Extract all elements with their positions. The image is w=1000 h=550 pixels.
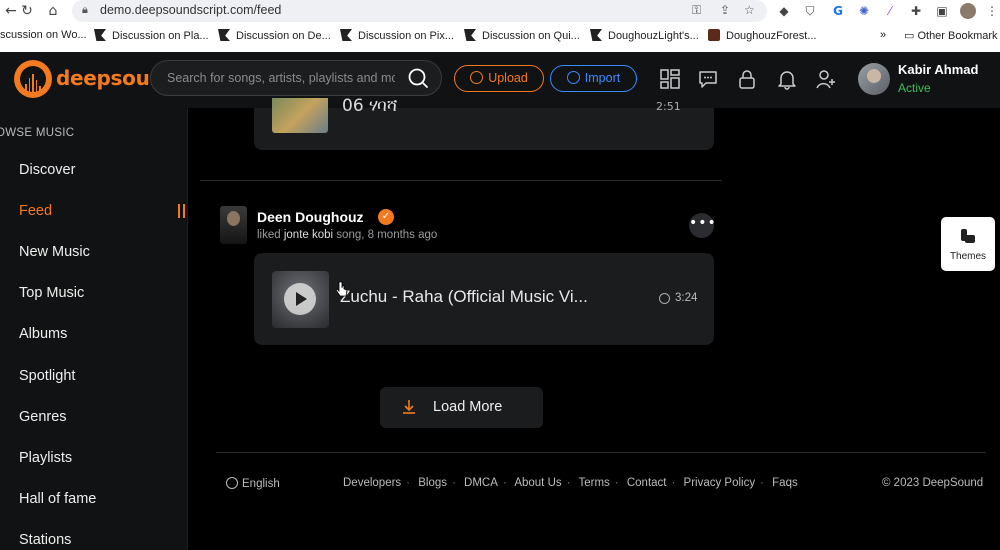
track-thumbnail[interactable] <box>272 98 328 133</box>
play-icon[interactable] <box>284 283 316 315</box>
copyright: © 2023 DeepSound <box>882 477 984 489</box>
chat-icon[interactable] <box>697 68 719 90</box>
import-button[interactable]: Import <box>550 65 637 92</box>
sidebar-item-new-music[interactable]: New Music <box>19 244 90 260</box>
language-selector[interactable]: English <box>226 477 280 490</box>
song-card[interactable]: Zuchu - Raha (Official Music Vi... 3:24 <box>254 253 714 345</box>
bookmark-favicon <box>590 29 602 41</box>
footer-link-blogs[interactable]: Blogs <box>418 477 447 489</box>
footer-link-dmca[interactable]: DMCA <box>464 477 498 489</box>
bookmark-item[interactable]: Discussion on Qui... <box>464 29 580 42</box>
browser-profile-avatar[interactable] <box>960 3 976 19</box>
key-icon[interactable]: ⚿ <box>692 3 701 18</box>
bookmarks-overflow[interactable]: » <box>880 29 886 41</box>
bookmark-item[interactable]: DoughouzLight's... <box>590 29 699 42</box>
add-user-icon[interactable] <box>815 68 837 90</box>
sidebar-item-genres[interactable]: Genres <box>19 409 67 425</box>
bookmark-item[interactable]: scussion on Wo... <box>0 29 87 41</box>
puzzle-icon[interactable]: ✚ <box>908 3 924 19</box>
post-avatar[interactable] <box>220 206 247 244</box>
browser-chrome: ← ↻ ⌂ 🔒︎ demo.deepsoundscript.com/feed ⚿… <box>0 0 1000 52</box>
sidebar-item-discover[interactable]: Discover <box>19 162 75 178</box>
user-status: Active <box>898 81 931 95</box>
footer-links: Developers · Blogs · DMCA · About Us · Terms… <box>343 477 798 489</box>
footer-link-developers[interactable]: Developers <box>343 477 401 489</box>
bookmark-favicon <box>708 29 720 41</box>
bookmark-star-icon[interactable]: ☆ <box>744 3 755 17</box>
themes-button[interactable]: Themes <box>941 217 995 271</box>
home-icon[interactable]: ⌂ <box>44 2 62 20</box>
sidebar-toggle-icon[interactable]: ▣ <box>934 3 950 19</box>
reload-icon[interactable]: ↻ <box>18 2 36 20</box>
browser-menu-icon[interactable]: ⋮ <box>984 3 1000 19</box>
feed-divider <box>200 180 722 181</box>
sidebar-item-playlists[interactable]: Playlists <box>19 450 72 466</box>
footer-link-about-us[interactable]: About Us <box>514 477 561 489</box>
logo-icon[interactable] <box>14 60 52 98</box>
more-options-button[interactable]: ••• <box>689 213 716 238</box>
footer-divider <box>216 452 986 453</box>
gear-extension-icon[interactable]: ✺ <box>856 3 872 19</box>
bookmark-favicon <box>94 29 106 41</box>
bookmark-item[interactable]: DoughouzForest... <box>708 29 817 42</box>
search-input[interactable] <box>167 69 395 87</box>
bookmark-item[interactable]: Discussion on Pix... <box>340 29 454 42</box>
google-extension-icon[interactable]: G <box>830 3 846 19</box>
track-duration: 2:51 <box>656 100 681 113</box>
load-more-button[interactable]: Load More <box>380 387 543 428</box>
upload-icon <box>470 71 484 84</box>
footer-link-faqs[interactable]: Faqs <box>772 477 798 489</box>
share-icon[interactable]: ⇪ <box>720 3 730 17</box>
globe-icon <box>226 477 238 489</box>
extension-icon[interactable]: ◆ <box>776 3 792 19</box>
lock-icon: 🔒︎ <box>82 3 88 16</box>
folder-icon: ▭ <box>904 30 918 42</box>
song-duration: 3:24 <box>675 292 698 304</box>
lock-icon[interactable] <box>736 68 758 90</box>
sidebar: OWSE MUSIC Discover Feed New Music Top M… <box>0 108 188 550</box>
user-name[interactable]: Kabir Ahmad <box>898 62 978 77</box>
bookmark-favicon <box>340 29 352 41</box>
song-title[interactable]: Zuchu - Raha (Official Music Vi... <box>340 287 588 307</box>
clock-icon <box>659 293 670 304</box>
bookmark-item[interactable]: Discussion on De... <box>218 29 331 42</box>
verified-badge-icon: ✓ <box>378 209 394 225</box>
post-meta: liked jonte kobi song, 8 months ago <box>257 229 438 241</box>
other-bookmarks[interactable]: ▭ Other Bookmark <box>904 29 998 42</box>
address-bar[interactable]: 🔒︎ demo.deepsoundscript.com/feed ⚿ ⇪ ☆ <box>72 0 767 22</box>
import-icon <box>566 71 580 84</box>
upload-button[interactable]: Upload <box>454 65 544 92</box>
sidebar-item-hall-of-fame[interactable]: Hall of fame <box>19 491 96 507</box>
sidebar-item-stations[interactable]: Stations <box>19 532 71 548</box>
active-indicator <box>178 204 186 218</box>
pen-extension-icon[interactable]: ⁄ <box>882 3 898 19</box>
post-username[interactable]: Deen Doughouz <box>257 209 364 225</box>
bookmark-favicon <box>218 29 230 41</box>
footer-link-terms[interactable]: Terms <box>578 477 609 489</box>
sidebar-item-spotlight[interactable]: Spotlight <box>19 368 75 384</box>
grid-icon[interactable] <box>659 68 681 90</box>
mouse-cursor-icon <box>335 281 348 297</box>
sidebar-heading: OWSE MUSIC <box>0 127 75 139</box>
search-bar[interactable] <box>150 60 442 96</box>
url-text: demo.deepsoundscript.com/feed <box>100 3 282 17</box>
search-icon[interactable] <box>407 67 429 89</box>
footer-link-privacy-policy[interactable]: Privacy Policy <box>684 477 756 489</box>
avatar[interactable] <box>858 63 890 95</box>
shield-extension-icon[interactable]: ⛉ <box>802 3 818 19</box>
footer-link-contact[interactable]: Contact <box>627 477 667 489</box>
bookmark-item[interactable]: Discussion on Pla... <box>94 29 209 42</box>
sidebar-item-albums[interactable]: Albums <box>19 326 67 342</box>
download-icon <box>403 400 415 414</box>
track-title[interactable]: 06 ሃባሻ <box>342 96 397 116</box>
sidebar-item-feed[interactable]: Feed <box>19 203 52 219</box>
bell-icon[interactable] <box>776 68 798 90</box>
browser-toolbar: ← ↻ ⌂ 🔒︎ demo.deepsoundscript.com/feed ⚿… <box>0 0 1000 22</box>
post-meta-user-link[interactable]: jonte kobi <box>284 229 333 241</box>
bookmark-favicon <box>464 29 476 41</box>
sidebar-item-top-music[interactable]: Top Music <box>19 285 84 301</box>
track-card[interactable]: 06 ሃባሻ 2:51 <box>254 96 714 150</box>
bookmarks-bar: scussion on Wo... Discussion on Pla... D… <box>0 25 1000 47</box>
palette-icon <box>961 229 975 243</box>
